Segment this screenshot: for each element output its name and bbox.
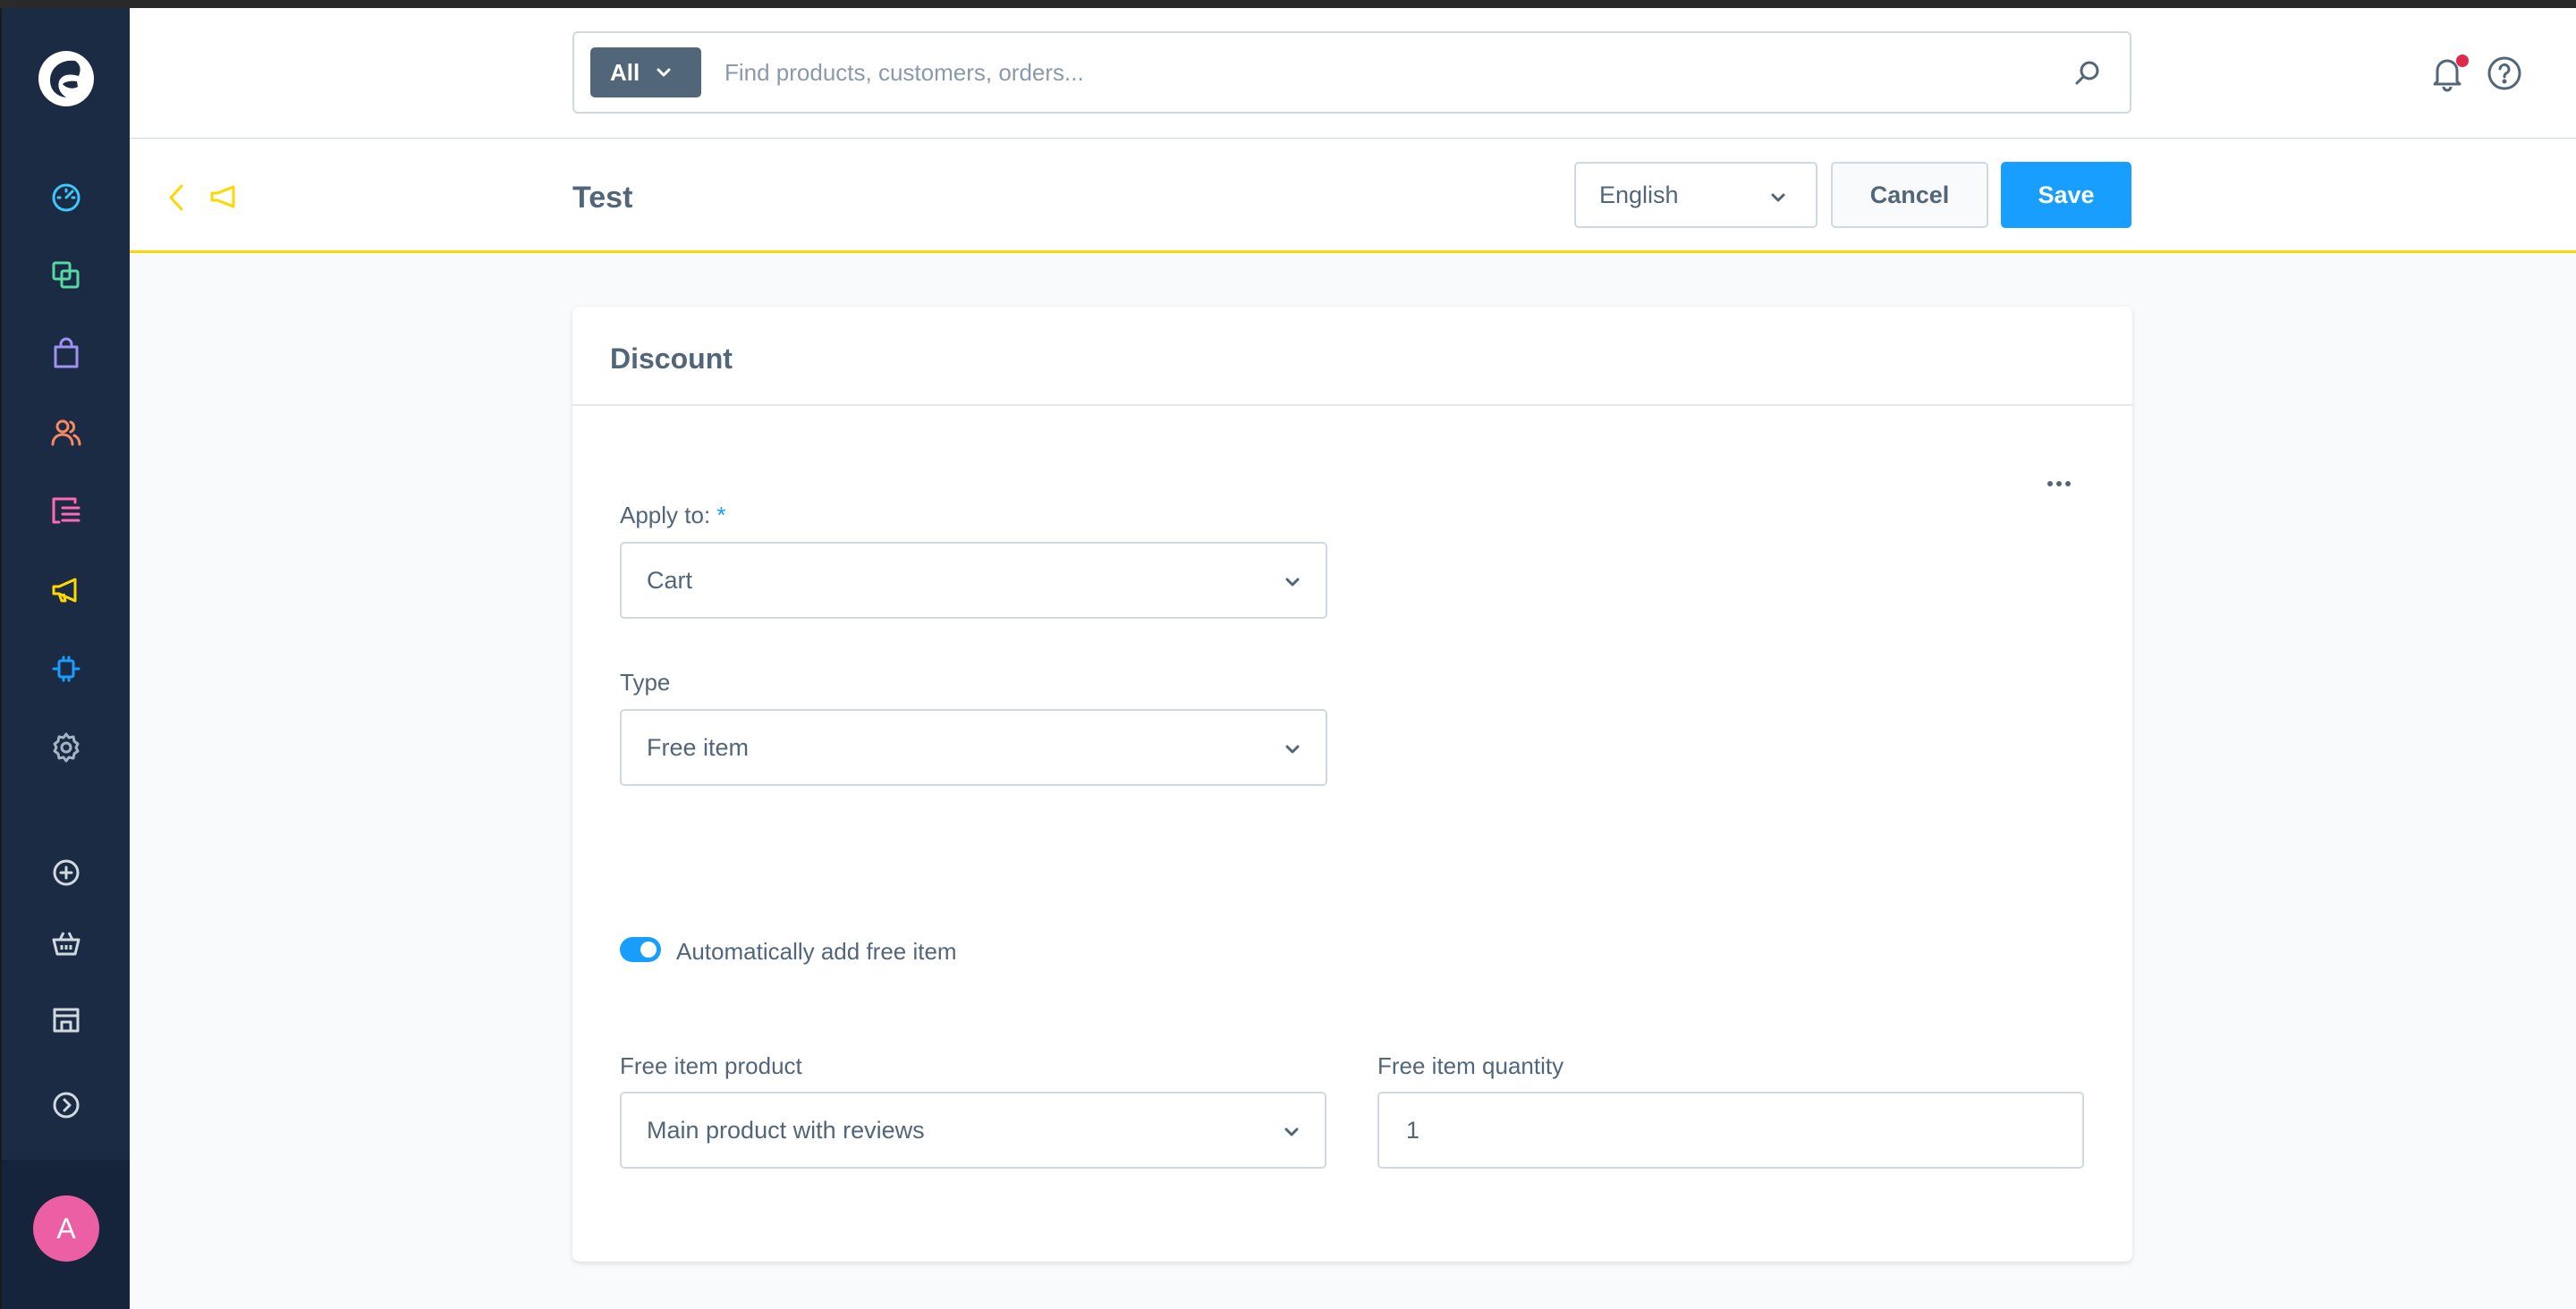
card-title: Discount <box>610 342 733 375</box>
save-button[interactable]: Save <box>2001 162 2131 228</box>
chevron-down-icon <box>657 68 671 77</box>
apply-to-select[interactable]: Cart <box>620 542 1327 619</box>
expand-icon[interactable] <box>46 1085 87 1126</box>
notification-badge <box>2456 55 2469 67</box>
cancel-button[interactable]: Cancel <box>1831 162 1988 228</box>
apply-to-label: Apply to: * <box>620 502 726 528</box>
apply-to-value: Cart <box>647 566 693 594</box>
extensions-icon[interactable] <box>46 648 87 689</box>
page-title: Test <box>572 181 633 215</box>
search-input[interactable] <box>724 47 2012 97</box>
context-menu-icon[interactable] <box>2043 468 2075 500</box>
window-top-strip <box>0 0 2576 8</box>
auto-add-free-item-label: Automatically add free item <box>676 938 957 965</box>
catalogues-icon[interactable] <box>46 255 87 296</box>
card-header: Discount <box>572 307 2132 406</box>
chevron-down-icon <box>1285 578 1300 587</box>
free-item-product-label: Free item product <box>620 1052 802 1079</box>
back-chevron-icon[interactable] <box>164 182 189 213</box>
global-search: All <box>572 31 2131 114</box>
free-item-quantity-input[interactable]: 1 <box>1377 1092 2084 1169</box>
main-content: All Test English Cancel Save Discount Ap… <box>130 8 2576 1309</box>
shopware-logo-icon[interactable] <box>36 48 97 109</box>
add-icon[interactable] <box>46 852 87 893</box>
marketing-module-icon <box>210 185 235 208</box>
dashboard-icon[interactable] <box>46 176 87 217</box>
sidebar-user-area: A <box>2 1160 130 1309</box>
free-item-product-select[interactable]: Main product with reviews <box>620 1092 1326 1169</box>
discount-card: Discount Apply to: * Cart Type Free item… <box>572 307 2132 1262</box>
chevron-down-icon <box>1771 193 1785 202</box>
auto-add-free-item-toggle[interactable] <box>620 937 661 962</box>
customers-icon[interactable] <box>46 412 87 453</box>
language-switch[interactable]: English <box>1574 162 1818 228</box>
free-item-quantity-label: Free item quantity <box>1377 1052 1564 1079</box>
type-select[interactable]: Free item <box>620 709 1327 786</box>
admin-sidebar: A <box>2 8 130 1309</box>
marketing-icon[interactable] <box>46 570 87 611</box>
settings-icon[interactable] <box>46 727 87 768</box>
chevron-down-icon <box>1284 1127 1299 1136</box>
free-item-quantity-value: 1 <box>1406 1116 1420 1144</box>
free-item-product-value: Main product with reviews <box>647 1116 925 1144</box>
search-scope-dropdown[interactable]: All <box>590 47 701 97</box>
language-value: English <box>1599 181 1679 208</box>
orders-icon[interactable] <box>46 334 87 375</box>
help-icon[interactable] <box>2486 55 2523 92</box>
chevron-down-icon <box>1285 745 1300 754</box>
type-label: Type <box>620 669 671 696</box>
smart-bar: Test English Cancel Save <box>130 139 2576 253</box>
top-header: All <box>130 8 2576 139</box>
sales-channel-icon[interactable] <box>46 1000 87 1041</box>
basket-icon[interactable] <box>46 923 87 964</box>
toggle-knob <box>640 942 657 958</box>
content-icon[interactable] <box>46 491 87 532</box>
search-icon[interactable] <box>2072 58 2103 89</box>
search-scope-label: All <box>610 58 640 86</box>
type-value: Free item <box>647 733 750 761</box>
avatar[interactable]: A <box>33 1195 99 1262</box>
required-marker: * <box>716 502 726 528</box>
